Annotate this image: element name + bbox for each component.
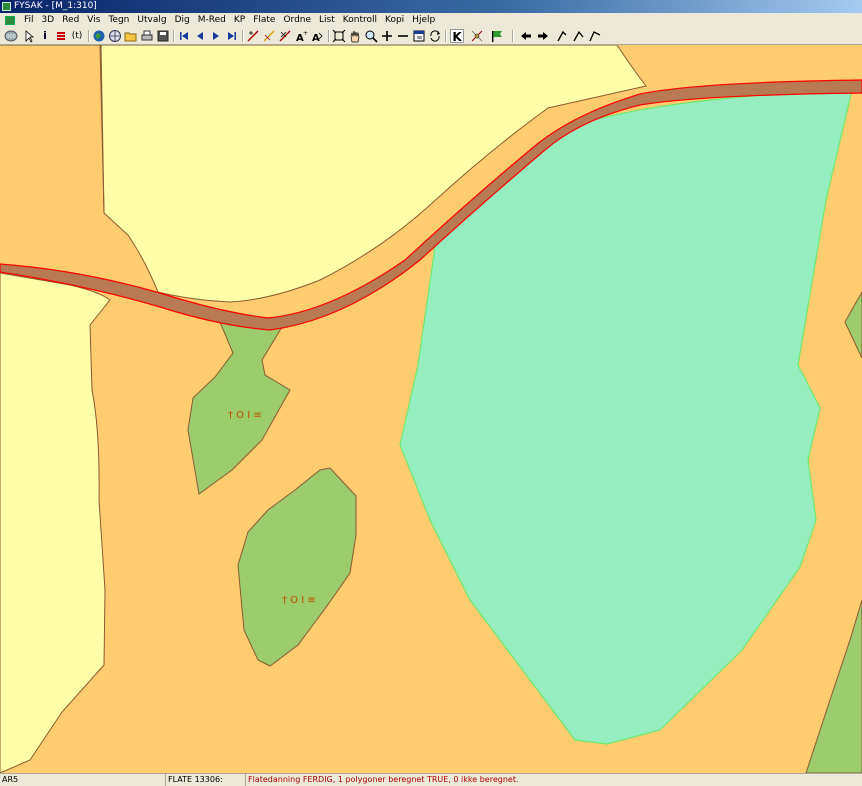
globe-grid-icon[interactable] — [108, 29, 122, 43]
map-symbol: † O I ≡ — [228, 410, 262, 421]
last-icon[interactable] — [225, 29, 239, 43]
menu-items: Fil 3D Red Vis Tegn Utvalg Dig M-Red KP … — [20, 13, 439, 28]
window-icon[interactable] — [412, 29, 426, 43]
menu-m-red[interactable]: M-Red — [194, 13, 230, 28]
tool-c-icon[interactable] — [588, 29, 602, 43]
print-icon[interactable] — [140, 29, 154, 43]
status-left: AR5 — [0, 774, 166, 786]
menu-3d[interactable]: 3D — [38, 13, 59, 28]
globe-button-icon[interactable]: 000 — [4, 29, 18, 43]
menu-dig[interactable]: Dig — [171, 13, 194, 28]
pointer-icon[interactable] — [22, 29, 36, 43]
first-icon[interactable] — [177, 29, 191, 43]
menu-kopi[interactable]: Kopi — [381, 13, 408, 28]
menu-flate[interactable]: Flate — [249, 13, 279, 28]
menu-vis[interactable]: Vis — [83, 13, 104, 28]
zoom-in-icon[interactable] — [380, 29, 394, 43]
status-message: Flatedanning FERDIG, 1 polygoner beregne… — [248, 775, 519, 784]
map-symbol: † O I ≡ — [282, 595, 316, 606]
flag-icon[interactable] — [490, 29, 504, 43]
snap-icon[interactable] — [470, 29, 484, 43]
menu-tegn[interactable]: Tegn — [104, 13, 133, 28]
add-text-icon[interactable]: A + — [294, 29, 308, 43]
menu-fil[interactable]: Fil — [20, 13, 38, 28]
menu-hjelp[interactable]: Hjelp — [408, 13, 439, 28]
globe-icon[interactable] — [92, 29, 106, 43]
open-folder-icon[interactable] — [124, 29, 138, 43]
zoom-icon[interactable] — [364, 29, 378, 43]
zoom-out-icon[interactable] — [396, 29, 410, 43]
menu-ordne[interactable]: Ordne — [279, 13, 315, 28]
k-button[interactable]: K — [450, 29, 464, 44]
status-middle: FLATE 13306: — [166, 774, 246, 786]
menu-kp[interactable]: KP — [230, 13, 249, 28]
window-title: FYSAK - [M_1:310] — [14, 1, 97, 11]
edit-line-icon[interactable] — [262, 29, 276, 43]
delete-line-icon[interactable] — [278, 29, 292, 43]
info-icon[interactable]: i — [38, 29, 52, 43]
toolbar: 000 i (t) A + A K — [0, 28, 862, 45]
svg-text:000: 000 — [6, 34, 16, 40]
menu-bar: Fil 3D Red Vis Tegn Utvalg Dig M-Red KP … — [0, 13, 862, 28]
arrow-left-icon[interactable] — [519, 29, 533, 43]
status-bar: AR5 FLATE 13306: Flatedanning FERDIG, 1 … — [0, 773, 862, 786]
arrow-right-icon[interactable] — [536, 29, 550, 43]
tool-b-icon[interactable] — [572, 29, 586, 43]
svg-text:A: A — [312, 33, 320, 43]
pan-hand-icon[interactable] — [348, 29, 362, 43]
document-icon[interactable] — [5, 16, 15, 25]
app-icon — [2, 2, 11, 11]
menu-red[interactable]: Red — [58, 13, 83, 28]
text-tool-icon[interactable]: (t) — [68, 29, 86, 43]
svg-text:+: + — [303, 30, 308, 37]
title-bar: FYSAK - [M_1:310] — [0, 0, 862, 13]
map-canvas[interactable]: † O I ≡ † O I ≡ — [0, 45, 862, 773]
next-icon[interactable] — [209, 29, 223, 43]
refresh-icon[interactable] — [428, 29, 442, 43]
move-text-icon[interactable]: A — [310, 29, 324, 43]
menu-kontroll[interactable]: Kontroll — [339, 13, 381, 28]
layers-icon[interactable] — [54, 29, 68, 43]
draw-line-icon[interactable] — [246, 29, 260, 43]
prev-icon[interactable] — [193, 29, 207, 43]
tool-a-icon[interactable] — [556, 29, 570, 43]
menu-utvalg[interactable]: Utvalg — [133, 13, 170, 28]
zoom-extent-icon[interactable] — [332, 29, 346, 43]
menu-list[interactable]: List — [315, 13, 339, 28]
save-icon[interactable] — [156, 29, 170, 43]
